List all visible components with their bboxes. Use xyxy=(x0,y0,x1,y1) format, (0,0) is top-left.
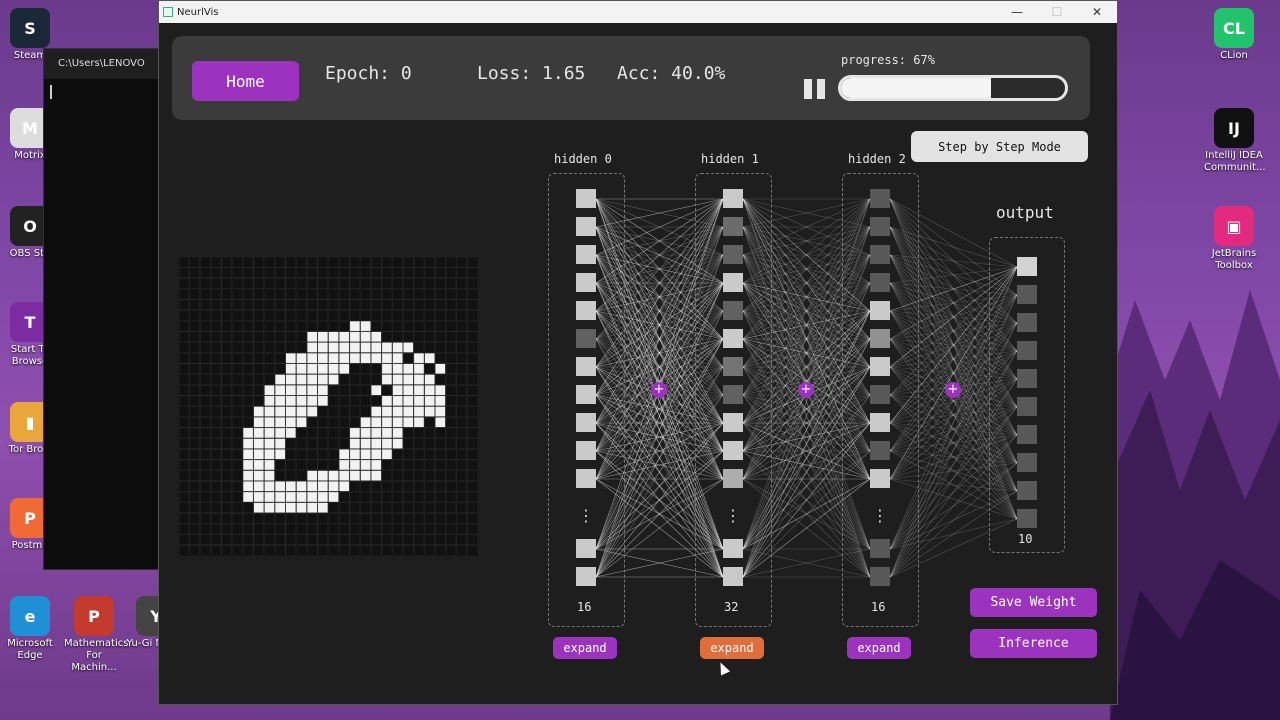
add-layer-icon[interactable]: + xyxy=(651,382,667,398)
desktop-mountains xyxy=(1110,290,1280,720)
expand-button[interactable]: expand xyxy=(847,637,911,659)
terminal-title: C:\Users\LENOVO xyxy=(44,49,162,79)
layer-neuron-count: 10 xyxy=(1018,532,1033,546)
layer-box xyxy=(548,173,625,627)
add-layer-icon[interactable]: + xyxy=(945,382,961,398)
layer-box xyxy=(989,237,1065,553)
terminal-cursor xyxy=(50,85,52,99)
desktop.right_icons-0[interactable]: CL CLion xyxy=(1204,8,1264,62)
inference-button[interactable]: Inference xyxy=(970,629,1097,658)
desktop.right_icons-2[interactable]: ▣ JetBrains Toolbox xyxy=(1204,206,1264,272)
ellipsis-icon: ⋮ xyxy=(725,506,741,525)
desktop.mid_icons-0[interactable]: P Mathematics For Machin... xyxy=(64,596,129,674)
layer-box xyxy=(695,173,772,627)
app-icon: S xyxy=(10,8,50,48)
app-icon: P xyxy=(74,596,114,636)
desktop-icon-label: Mathematics For Machin... xyxy=(64,638,129,673)
layer-label: hidden 1 xyxy=(701,152,759,166)
layer-label: hidden 0 xyxy=(554,152,612,166)
desktop.left_icons-6[interactable]: e Microsoft Edge xyxy=(0,596,60,662)
desktop.right_icons-1[interactable]: IJ IntelliJ IDEA Communit... xyxy=(1204,108,1266,174)
ellipsis-icon: ⋮ xyxy=(578,506,594,525)
layer-label: hidden 2 xyxy=(848,152,906,166)
app-icon: CL xyxy=(1214,8,1254,48)
save-weight-button[interactable]: Save Weight xyxy=(970,588,1097,617)
layer-neuron-count: 16 xyxy=(577,600,592,614)
expand-button[interactable]: expand xyxy=(700,637,764,659)
terminal-window[interactable]: C:\Users\LENOVO xyxy=(43,48,163,570)
desktop-icon-label: JetBrains Toolbox xyxy=(1211,248,1257,271)
desktop-icon-label: Microsoft Edge xyxy=(7,638,53,661)
expand-button[interactable]: expand xyxy=(553,637,617,659)
layer-box xyxy=(842,173,919,627)
app-window: NeurlVis — ☐ ✕ Home Epoch: 0 Loss: 1.65 … xyxy=(158,0,1118,705)
layer-neuron-count: 32 xyxy=(724,600,739,614)
desktop-icon-label: IntelliJ IDEA Communit... xyxy=(1204,150,1266,173)
layer-label: output xyxy=(996,203,1054,222)
add-layer-icon[interactable]: + xyxy=(798,382,814,398)
app-icon: IJ xyxy=(1214,108,1254,148)
layer-neuron-count: 16 xyxy=(871,600,886,614)
app-icon: ▣ xyxy=(1214,206,1254,246)
app-icon: e xyxy=(10,596,50,636)
ellipsis-icon: ⋮ xyxy=(872,506,888,525)
desktop-icon-label: CLion xyxy=(1220,50,1248,61)
